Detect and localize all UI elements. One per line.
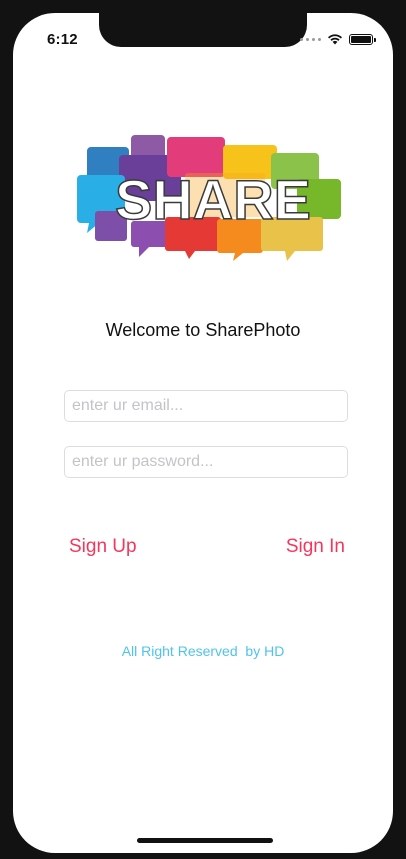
status-time: 6:12 (47, 31, 78, 48)
sign-up-button[interactable]: Sign Up (69, 536, 137, 558)
wifi-icon (328, 34, 342, 45)
share-logo: SHARE (77, 135, 341, 261)
device-frame: 6:12 SHARE Welcome to SharePhoto enter u… (0, 0, 406, 859)
welcome-heading: Welcome to SharePhoto (105, 320, 301, 340)
app-screen: 6:12 SHARE Welcome to SharePhoto enter u… (13, 13, 393, 853)
home-indicator[interactable] (137, 838, 273, 843)
battery-icon (349, 33, 376, 45)
status-icons (300, 33, 376, 45)
logo-text: SHARE (115, 168, 311, 231)
email-field[interactable] (64, 390, 348, 422)
sign-in-button[interactable]: Sign In (286, 536, 345, 558)
cellular-signal-icon (300, 37, 321, 41)
password-field[interactable] (64, 446, 348, 478)
device-notch (99, 13, 307, 47)
footer-copyright: All Right Reserved by HD (121, 643, 285, 659)
